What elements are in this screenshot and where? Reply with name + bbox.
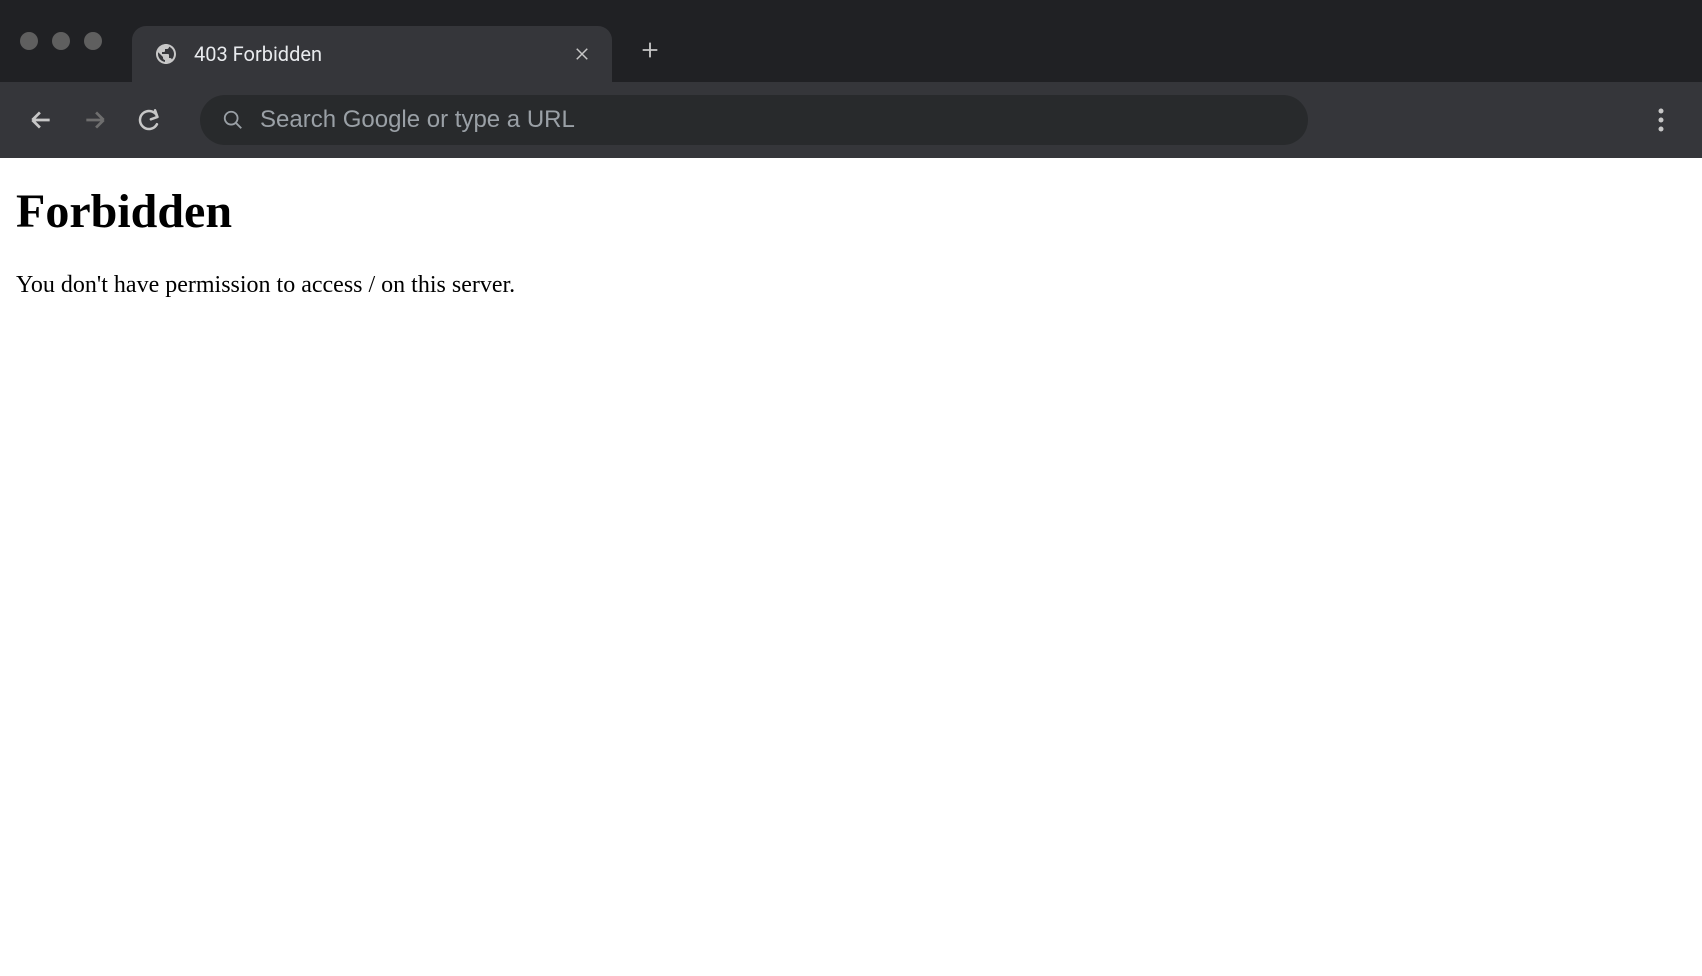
window-minimize-button[interactable]	[52, 32, 70, 50]
forward-button[interactable]	[74, 99, 116, 141]
window-close-button[interactable]	[20, 32, 38, 50]
tab-strip: 403 Forbidden	[0, 0, 1702, 82]
window-controls	[20, 32, 102, 50]
globe-icon	[154, 42, 178, 66]
page-content: Forbidden You don't have permission to a…	[0, 158, 1702, 319]
browser-tab[interactable]: 403 Forbidden	[132, 26, 612, 82]
address-bar[interactable]	[200, 95, 1308, 145]
tab-title: 403 Forbidden	[194, 42, 570, 66]
browser-menu-button[interactable]	[1640, 99, 1682, 141]
window-maximize-button[interactable]	[84, 32, 102, 50]
browser-chrome: 403 Forbidden	[0, 0, 1702, 158]
search-icon	[222, 109, 244, 131]
tab-close-button[interactable]	[570, 42, 594, 66]
url-input[interactable]	[260, 106, 1286, 134]
reload-button[interactable]	[128, 99, 170, 141]
browser-toolbar	[0, 82, 1702, 158]
error-heading: Forbidden	[16, 184, 1686, 239]
back-button[interactable]	[20, 99, 62, 141]
new-tab-button[interactable]	[630, 30, 670, 70]
error-message: You don't have permission to access / on…	[16, 269, 1686, 303]
